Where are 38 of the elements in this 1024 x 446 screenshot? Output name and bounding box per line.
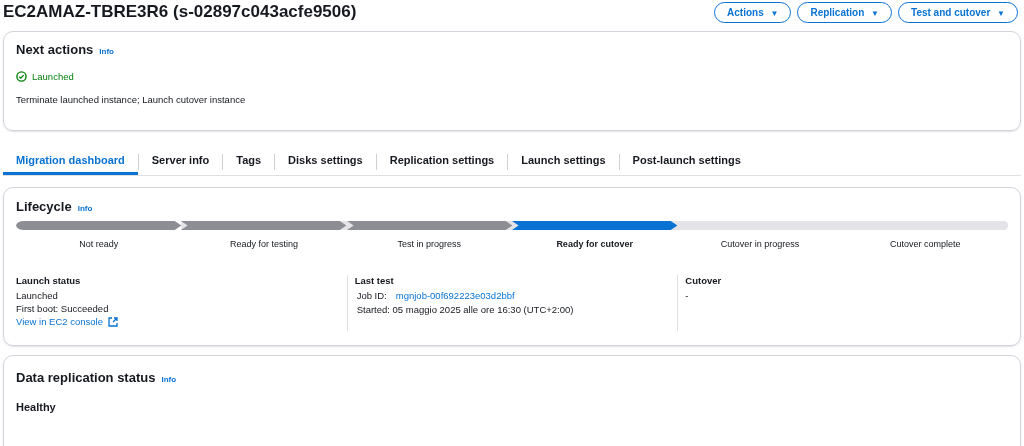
next-actions-text: Terminate launched instance; Launch cutover instance (16, 94, 247, 105)
card-title: Lifecycle (16, 199, 72, 214)
step-label: Test in progress (397, 239, 462, 249)
value-text: Launched (16, 289, 59, 302)
step-label: Not ready (79, 239, 119, 249)
page-title: EC2AMAZ-TBRE3R6 (s-02897c043acfe9506) (3, 2, 357, 22)
tab[interactable]: Launch settings (508, 148, 619, 175)
tab[interactable]: Migration dashboard (3, 148, 138, 175)
info-link[interactable]: Info (99, 47, 114, 56)
tab[interactable]: Post-launch settings (619, 148, 754, 175)
dropdown-button[interactable]: Actions ▼ (714, 1, 792, 23)
value-text: - (685, 289, 690, 302)
status-text: Launched (32, 71, 74, 82)
info-link[interactable]: Info (77, 204, 93, 213)
step-label: Cutover complete (890, 239, 961, 249)
step-label: Ready for testing (229, 239, 298, 249)
value-text: First boot: Succeeded (16, 302, 110, 315)
tab[interactable]: Server info (138, 148, 223, 175)
card-title: Next actions (16, 42, 94, 57)
step-label: Cutover in progress (720, 239, 800, 249)
card-title: Data replication status (16, 370, 156, 385)
info-link[interactable]: Info (161, 375, 177, 384)
dropdown-button[interactable]: Replication ▼ (797, 1, 892, 23)
job-link[interactable]: mgnjob-00f692223e03d2bbf (395, 289, 515, 303)
column-heading: Cutover (685, 275, 723, 286)
value-text: Started: 05 maggio 2025 alle ore 16:30 (UTC+2:00) (355, 303, 575, 316)
external-link-icon (107, 316, 118, 327)
status-text: Healthy (16, 401, 57, 413)
step-label: Ready for cutover (556, 239, 633, 249)
column-heading: Last test (354, 275, 395, 286)
tab[interactable]: Tags (223, 148, 275, 175)
dropdown-button[interactable]: Test and cutover ▼ (898, 1, 1018, 23)
column-heading: Launch status (16, 275, 82, 286)
job-label: Job ID: (356, 289, 387, 303)
check-circle-icon (16, 71, 27, 82)
tab[interactable]: Disks settings (275, 148, 376, 175)
tab[interactable]: Replication settings (376, 148, 508, 175)
external-link[interactable]: View in EC2 console (16, 315, 118, 328)
